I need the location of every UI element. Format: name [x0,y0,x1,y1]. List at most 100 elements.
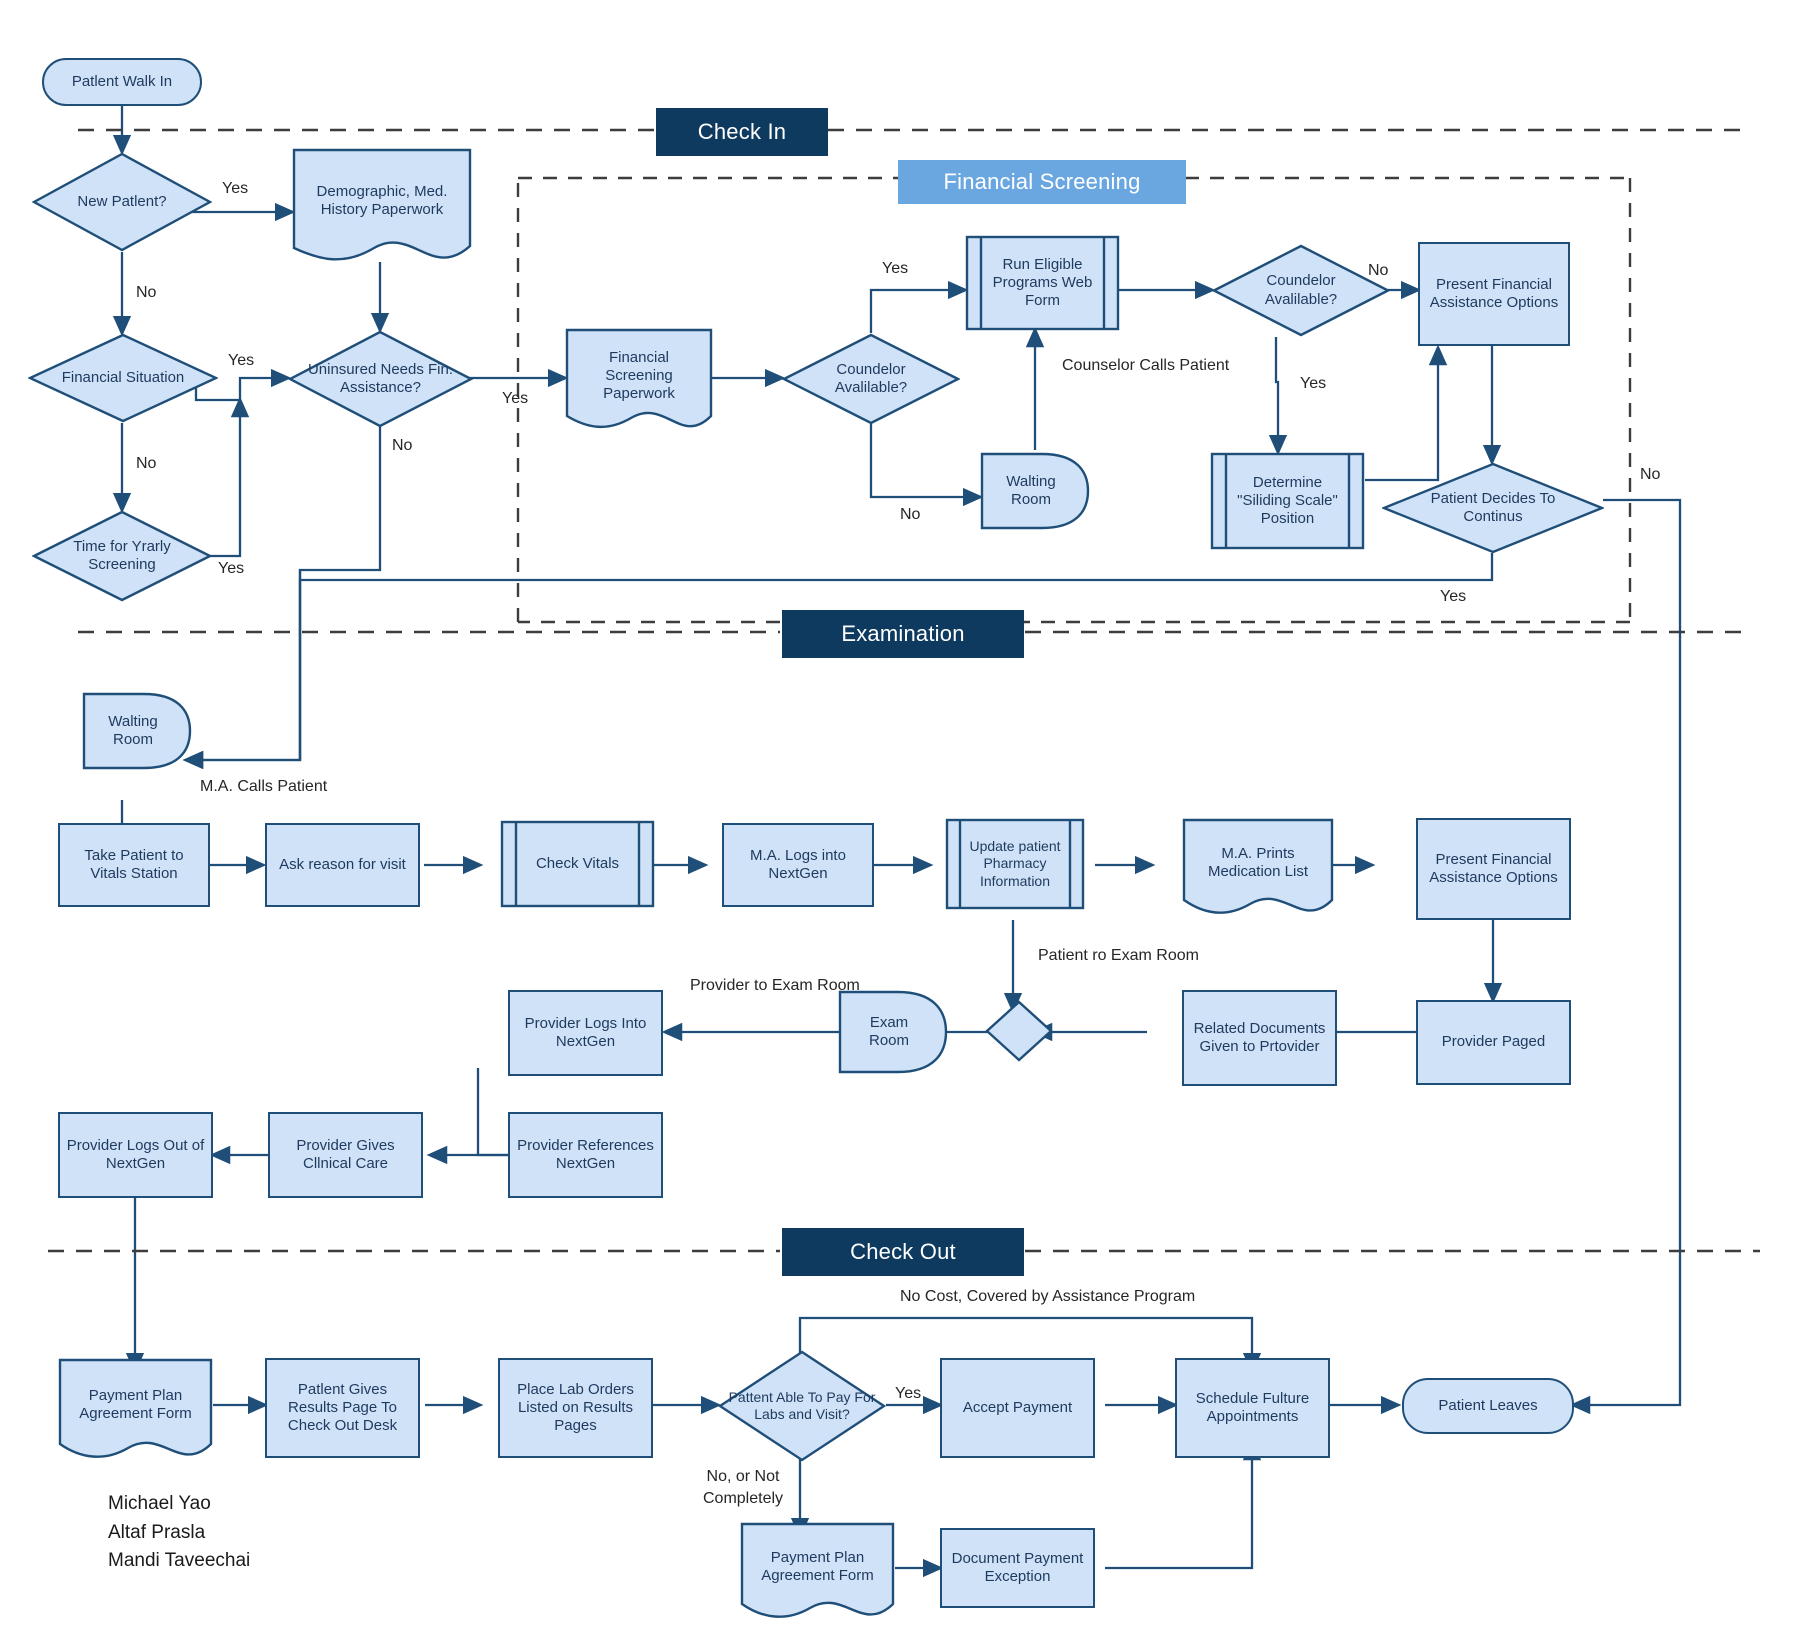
edge-label-counselor-calls-patient: Counselor Calls Patient [1062,357,1230,374]
node-label: Determine "Siliding Scale" Position [1237,473,1338,528]
node-counselor-available-decision-2[interactable]: Coundelor Avalilable? [1212,244,1390,337]
node-label: Accept Payment [962,1398,1073,1416]
credit-line-1: Michael Yao [108,1493,211,1514]
node-label: Financial Situation [61,368,185,386]
node-label: Walting Room [108,712,158,748]
node-financial-situation-decision[interactable]: Financial Situation [28,333,218,423]
node-label: Provider References NextGen [517,1136,654,1172]
node-provider-logs-into-nextgen[interactable]: Provider Logs Into NextGen [508,990,663,1076]
edge-label-decides-continue-yes: Yes [1440,588,1467,605]
node-label: Exam Room [868,1013,909,1049]
node-ask-reason-for-visit[interactable]: Ask reason for visit [265,823,420,907]
node-label: Related Documents Given to Prtovider [1193,1019,1326,1055]
node-related-documents-given[interactable]: Related Documents Given to Prtovider [1182,990,1337,1086]
band-examination: Examination [782,610,1024,658]
node-exam-room-junction[interactable] [985,1000,1053,1062]
node-schedule-future-appointments[interactable]: Schedule Fulture Appointments [1175,1358,1330,1458]
node-document-payment-exception[interactable]: Document Payment Exception [940,1528,1095,1608]
node-label: Schedule Fulture Appointments [1195,1389,1310,1425]
node-new-patient-decision[interactable]: New Patlent? [32,152,212,252]
node-label: Walting Room [1006,472,1056,508]
node-label: Provider Gives Cllnical Care [296,1136,395,1172]
node-present-financial-assistance-options-2[interactable]: Present Financial Assistance Options [1416,818,1571,920]
node-label: Demographic, Med. History Paperwork [316,182,448,218]
node-patient-able-to-pay-decision[interactable]: Pattent Able To Pay For Labs and Visit? [718,1350,886,1462]
node-label: Patient Leaves [1438,1396,1538,1414]
node-provider-references-nextgen[interactable]: Provider References NextGen [508,1112,663,1198]
node-patient-walk-in[interactable]: Patlent Walk In [42,58,202,106]
node-patient-gives-results-page[interactable]: Patlent Gives Results Page To Check Out … [265,1358,420,1458]
node-uninsured-needs-assistance-decision[interactable]: Uninsured Needs Fin. Assistance? [288,330,473,428]
band-check-out: Check Out [782,1228,1024,1276]
node-yearly-screening-decision[interactable]: Time for Yrarly Screening [32,510,212,602]
node-label: Patlent Walk In [71,72,173,90]
node-label: Provider Logs Into NextGen [524,1014,647,1050]
node-label: Run Eligible Programs Web Form [992,255,1093,310]
node-label: Payment Plan Agreement Form [761,1548,874,1584]
node-label: Coundelor Avalilable? [834,360,908,396]
node-label: Check Vitals [535,854,620,872]
node-label: Document Payment Exception [951,1549,1084,1585]
node-ma-logs-into-nextgen[interactable]: M.A. Logs into NextGen [722,823,874,907]
node-place-lab-orders[interactable]: Place Lab Orders Listed on Results Pages [498,1358,653,1458]
edge-label-decides-continue-no: No [1640,466,1661,483]
edge-label-able-to-pay-no: No, or Not Completely [702,1468,784,1507]
edge-label-uninsured-no: No [392,437,413,454]
edge-label-ma-calls-patient: M.A. Calls Patient [200,778,328,795]
edge-label-counselor2-yes: Yes [1300,375,1327,392]
node-label: Provider Logs Out of NextGen [66,1136,205,1172]
node-label: Present Financial Assistance Options [1429,850,1558,886]
node-label: Take Patient to Vitals Station [84,846,184,882]
band-financial-screening-label: Financial Screening [943,169,1141,194]
node-label: Provider Paged [1441,1033,1546,1051]
node-label: Update patient Pharmacy Information [969,838,1061,889]
node-determine-sliding-scale[interactable]: Determine "Siliding Scale" Position [1210,452,1365,550]
node-accept-payment[interactable]: Accept Payment [940,1358,1095,1458]
node-label: Present Financial Assistance Options [1429,275,1559,311]
band-check-out-label: Check Out [850,1239,956,1264]
node-ma-prints-medication-list[interactable]: M.A. Prints Medication List [1182,818,1334,918]
node-present-financial-assistance-options-1[interactable]: Present Financial Assistance Options [1418,242,1570,346]
node-label: Time for Yrarly Screening [73,537,171,573]
edge-label-provider-to-exam-room: Provider to Exam Room [690,977,860,994]
edge-label-financial-situation-no: No [136,455,157,472]
edge-label-counselor1-no: No [900,506,921,523]
node-label: M.A. Logs into NextGen [750,846,846,882]
node-provider-logs-out-of-nextgen[interactable]: Provider Logs Out of NextGen [58,1112,213,1198]
node-waiting-room-financial[interactable]: Walting Room [980,452,1090,530]
band-check-in-label: Check In [697,119,787,144]
node-check-vitals[interactable]: Check Vitals [500,820,655,908]
node-label: M.A. Prints Medication List [1207,844,1309,880]
node-label: Place Lab Orders Listed on Results Pages [517,1380,634,1435]
node-exam-room[interactable]: Exam Room [838,990,948,1074]
node-label: New Patlent? [77,192,167,210]
node-counselor-available-decision-1[interactable]: Coundelor Avalilable? [782,333,960,425]
edge-label-new-patient-yes: Yes [222,180,249,197]
node-provider-gives-clinical-care[interactable]: Provider Gives Cllnical Care [268,1112,423,1198]
node-label: Financial Screening Paperwork [603,348,675,403]
node-payment-plan-agreement-form-1[interactable]: Payment Plan Agreement Form [58,1358,213,1462]
node-waiting-room-exam[interactable]: Walting Room [82,692,192,770]
edge-label-counselor1-yes: Yes [882,260,909,277]
node-label: Uninsured Needs Fin. Assistance? [307,360,454,396]
edge-label-uninsured-yes: Yes [502,390,529,407]
node-provider-paged[interactable]: Provider Paged [1416,1000,1571,1085]
credit-line-2: Altaf Prasla [108,1521,206,1543]
node-financial-screening-paperwork[interactable]: Financial Screening Paperwork [565,328,713,432]
node-label: Coundelor Avalilable? [1264,272,1338,308]
node-payment-plan-agreement-form-2[interactable]: Payment Plan Agreement Form [740,1522,895,1622]
edge-label-no-cost-covered: No Cost, Covered by Assistance Program [900,1288,1196,1305]
node-patient-decides-to-continue-decision[interactable]: Patient Decides To Continus [1382,462,1604,554]
credit-line-3: Mandi Taveechai [108,1550,251,1571]
node-update-pharmacy-info[interactable]: Update patient Pharmacy Information [945,818,1085,910]
node-demographic-paperwork[interactable]: Demographic, Med. History Paperwork [292,148,472,264]
flowchart-canvas: Check In Financial Screening Examination… [0,0,1800,1638]
diamond-icon [985,1000,1053,1062]
node-label: Pattent Able To Pay For Labs and Visit? [728,1388,876,1422]
edge-label-yearly-screening-yes: Yes [218,560,245,577]
node-patient-leaves[interactable]: Patient Leaves [1402,1378,1574,1434]
edge-label-financial-situation-yes: Yes [228,352,255,369]
node-take-patient-to-vitals[interactable]: Take Patient to Vitals Station [58,823,210,907]
band-examination-label: Examination [841,621,965,646]
node-run-eligible-programs-web-form[interactable]: Run Eligible Programs Web Form [965,235,1120,331]
